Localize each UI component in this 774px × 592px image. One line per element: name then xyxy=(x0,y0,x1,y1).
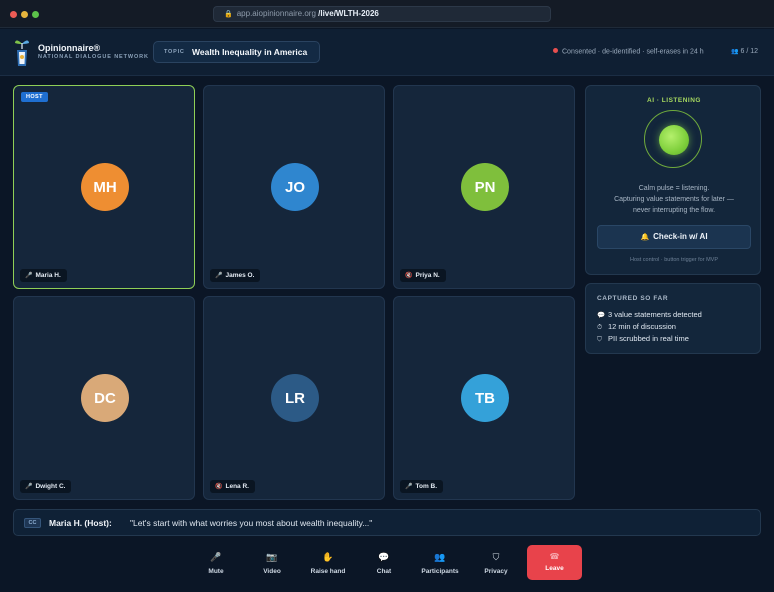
shield-icon: ⛉ xyxy=(597,336,602,343)
window-maximize-button[interactable] xyxy=(32,11,39,18)
raise-hand-button[interactable]: ✋ Raise hand xyxy=(300,551,356,579)
participant-count[interactable]: 👥 6 / 12 xyxy=(731,48,758,55)
microphone-muted-icon: 🔇 xyxy=(405,273,413,279)
video-tile-james[interactable]: JO 🎤 James O. xyxy=(203,85,385,289)
video-tile-dwight[interactable]: DC 🎤 Dwight C. xyxy=(13,296,195,500)
topic-value: Wealth Inequality in America xyxy=(192,47,308,57)
video-button[interactable]: 📷 Video xyxy=(244,551,300,579)
video-camera-icon: 📷 xyxy=(266,552,278,562)
captured-panel: CAPTURED SO FAR 💬 3 value statements dete… xyxy=(585,283,761,354)
video-tile-priya[interactable]: PN 🔇 Priya N. xyxy=(393,85,575,289)
video-tile-maria[interactable]: HOST MH 🎤 Maria H. xyxy=(13,85,195,289)
browser-chrome: 🔒 app.aiopinionnaire.org /live/WLTH-2026 xyxy=(0,0,774,28)
ai-panel-note: Host control · button trigger for MVP xyxy=(629,257,719,263)
captured-item-text: PII scrubbed in real time xyxy=(608,334,689,343)
mute-button[interactable]: 🎤 Mute xyxy=(188,551,244,579)
leave-label: Leave xyxy=(545,565,564,572)
ai-panel-description: Calm pulse = listening. Capturing value … xyxy=(586,183,762,216)
participant-name: James O. xyxy=(225,272,255,279)
shield-icon: ⛉ xyxy=(492,552,500,562)
participant-nametag: 🔇 Lena R. xyxy=(210,480,255,493)
chat-label: Chat xyxy=(376,568,392,575)
captured-item: 💬 3 value statements detected xyxy=(597,310,702,319)
chat-bubble-icon: 💬 xyxy=(378,552,390,562)
participant-nametag: 🎤 James O. xyxy=(210,269,261,282)
ai-listening-panel: AI · LISTENING Calm pulse = listening. C… xyxy=(585,85,761,275)
participant-name: Lena R. xyxy=(225,483,249,490)
ai-desc-line: Capturing value statements for later — xyxy=(614,196,734,203)
avatar: LR xyxy=(271,374,319,422)
brand-name: Opinionnaire® xyxy=(38,43,101,53)
participant-name: Maria H. xyxy=(35,272,61,279)
privacy-button[interactable]: ⛉ Privacy xyxy=(468,551,524,579)
speech-bubble-icon: 💬 xyxy=(597,312,606,319)
chat-button[interactable]: 💬 Chat xyxy=(356,551,412,579)
caption-speaker: Maria H. (Host): xyxy=(49,518,112,528)
url-path: /live/WLTH-2026 xyxy=(318,9,379,18)
host-badge: HOST xyxy=(21,92,48,102)
captured-item-text: 3 value statements detected xyxy=(608,310,702,319)
recording-dot-icon xyxy=(553,48,558,53)
privacy-label: Privacy xyxy=(484,568,508,575)
captured-item: ⏱ 12 min of discussion xyxy=(597,322,676,332)
caption-text: "Let's start with what worries you most … xyxy=(130,518,373,528)
microphone-icon: 🎤 xyxy=(405,484,413,490)
address-bar[interactable]: 🔒 app.aiopinionnaire.org /live/WLTH-2026 xyxy=(213,6,551,22)
raised-hand-icon: ✋ xyxy=(322,552,334,562)
microphone-icon: 🎤 xyxy=(210,552,222,562)
microphone-icon: 🎤 xyxy=(25,273,33,279)
clock-icon: ⏱ xyxy=(597,324,603,331)
leave-button[interactable]: ☎ Leave xyxy=(527,545,582,580)
microphone-icon: 🎤 xyxy=(25,484,33,490)
participants-button[interactable]: 👥 Participants xyxy=(412,551,468,579)
avatar: JO xyxy=(271,163,319,211)
raise-hand-label: Raise hand xyxy=(310,568,346,575)
ai-panel-title: AI · LISTENING xyxy=(647,97,701,104)
ai-pulse-orb-icon xyxy=(659,125,689,155)
lock-icon: 🔒 xyxy=(224,11,233,18)
ai-desc-line: never interrupting the flow. xyxy=(632,207,716,214)
captured-title: CAPTURED SO FAR xyxy=(597,295,669,302)
consent-status: Consented · de-identified · self-erases … xyxy=(553,48,704,56)
microphone-muted-icon: 🔇 xyxy=(215,484,223,490)
participant-name: Dwight C. xyxy=(35,483,66,490)
phone-hangup-icon: ☎ xyxy=(549,552,560,561)
participant-nametag: 🔇 Priya N. xyxy=(400,269,446,282)
video-tile-tom[interactable]: TB 🎤 Tom B. xyxy=(393,296,575,500)
mute-label: Mute xyxy=(208,568,224,575)
bell-icon: 🔔 xyxy=(640,234,650,241)
ai-desc-line: Calm pulse = listening. xyxy=(638,185,710,192)
participant-name: Priya N. xyxy=(415,272,440,279)
window-close-button[interactable] xyxy=(10,11,17,18)
topic-pill: TOPIC Wealth Inequality in America xyxy=(153,41,320,63)
avatar: PN xyxy=(461,163,509,211)
captured-item-text: 12 min of discussion xyxy=(608,322,676,331)
url-host: app.aiopinionnaire.org xyxy=(236,9,316,18)
participant-nametag: 🎤 Dwight C. xyxy=(20,480,72,493)
topic-label: TOPIC xyxy=(164,49,185,55)
brand-subtitle: NATIONAL DIALOGUE NETWORK xyxy=(38,54,149,60)
participant-name: Tom B. xyxy=(415,483,438,490)
avatar: TB xyxy=(461,374,509,422)
avatar: DC xyxy=(81,374,129,422)
check-in-label: Check-in w/ AI xyxy=(653,232,708,241)
video-tile-lena[interactable]: LR 🔇 Lena R. xyxy=(203,296,385,500)
participants-icon: 👥 xyxy=(434,552,446,562)
captured-item: ⛉ PII scrubbed in real time xyxy=(597,334,689,344)
opinionnaire-logo-icon xyxy=(15,40,29,66)
participant-count-text: 6 / 12 xyxy=(740,48,758,55)
live-caption-bar: CC Maria H. (Host): "Let's start with wh… xyxy=(13,509,761,536)
participants-icon: 👥 xyxy=(731,49,739,55)
participants-label: Participants xyxy=(421,568,459,575)
app-header: Opinionnaire® NATIONAL DIALOGUE NETWORK … xyxy=(0,29,774,76)
video-label: Video xyxy=(263,568,281,575)
participant-nametag: 🎤 Maria H. xyxy=(20,269,67,282)
microphone-icon: 🎤 xyxy=(215,273,223,279)
window-minimize-button[interactable] xyxy=(21,11,28,18)
participant-nametag: 🎤 Tom B. xyxy=(400,480,444,493)
avatar: MH xyxy=(81,163,129,211)
check-in-ai-button[interactable]: 🔔 Check-in w/ AI xyxy=(597,225,751,249)
consent-text: Consented · de-identified · self-erases … xyxy=(562,48,704,56)
closed-caption-badge[interactable]: CC xyxy=(24,518,41,528)
